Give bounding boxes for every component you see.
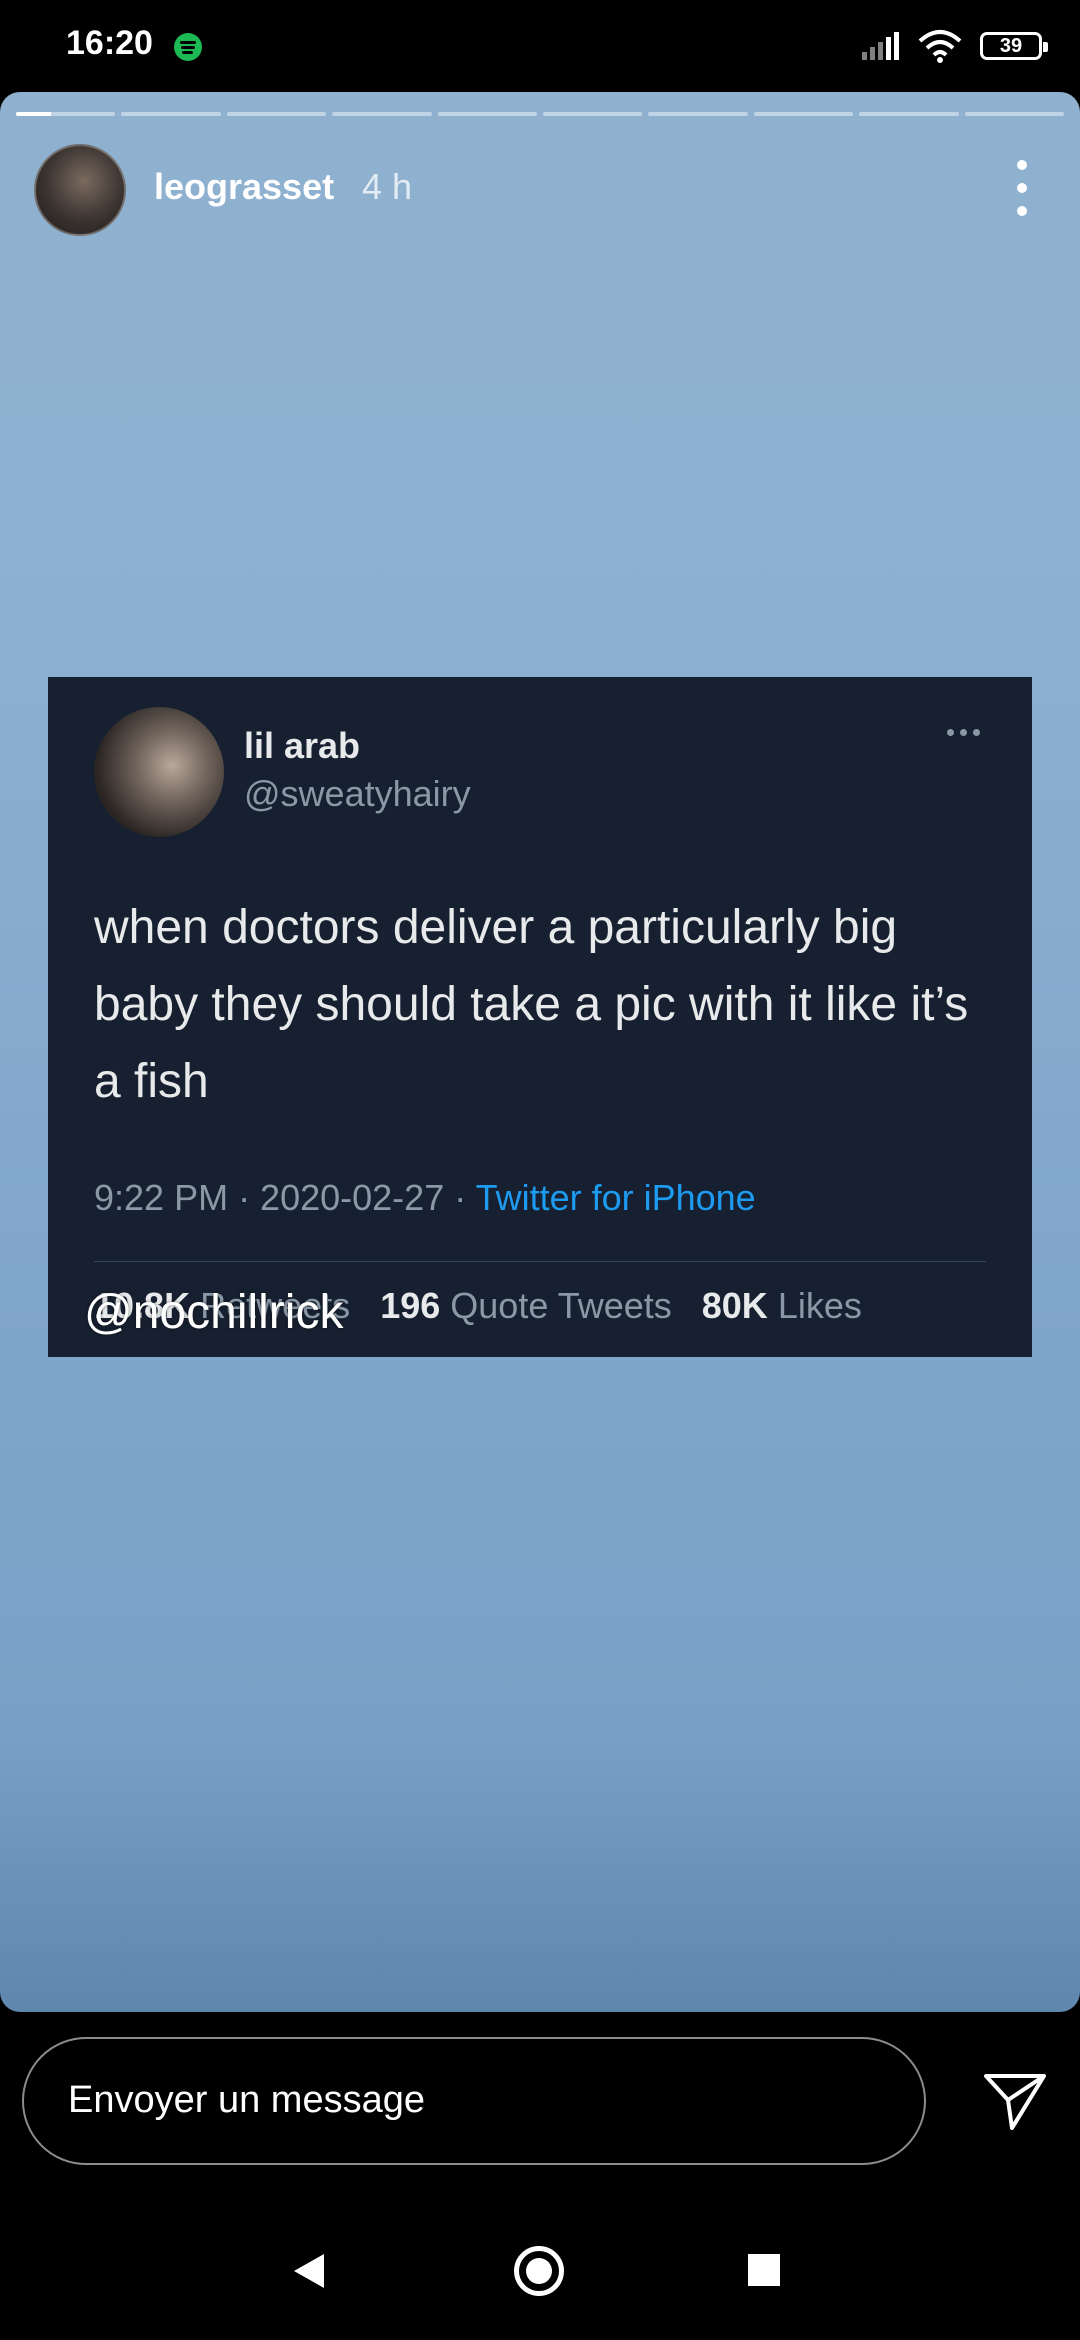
story-progress-segment xyxy=(648,112,748,116)
story-progress-segment xyxy=(121,112,221,116)
send-icon[interactable] xyxy=(982,2070,1048,2132)
tweet-divider xyxy=(94,1261,986,1262)
story-progress-bar xyxy=(16,112,1065,116)
story-time: 4 h xyxy=(362,166,413,207)
tweet-timestamp: 9:22 PM · 2020-02-27 · xyxy=(94,1177,476,1218)
tweet-meta: 9:22 PM · 2020-02-27 · Twitter for iPhon… xyxy=(94,1177,756,1219)
more-options-icon[interactable] xyxy=(1012,160,1032,216)
story-progress-segment xyxy=(226,112,327,116)
story-progress-segment xyxy=(332,112,432,116)
wifi-icon xyxy=(918,30,962,63)
home-icon[interactable] xyxy=(514,2246,564,2296)
tweet-author-name: lil arab xyxy=(244,725,361,766)
battery-icon: 39 xyxy=(980,32,1048,60)
message-placeholder: Envoyer un message xyxy=(68,2079,425,2121)
tweet-text: when doctors deliver a particularly big … xyxy=(94,901,969,1108)
story-progress-segment xyxy=(437,112,538,116)
quotes-label: Quote Tweets xyxy=(450,1285,672,1326)
tweet-screenshot: lil arab @sweatyhairy when doctors deliv… xyxy=(48,677,1032,1357)
message-input[interactable]: Envoyer un message xyxy=(22,2037,926,2165)
tweet-more-icon xyxy=(947,729,980,736)
back-icon[interactable] xyxy=(294,2254,324,2288)
status-icons: 39 xyxy=(860,28,1048,64)
story-username[interactable]: leograsset xyxy=(154,166,334,208)
status-bar: 16:20 39 xyxy=(0,0,1080,92)
likes-count: 80K xyxy=(701,1285,768,1326)
story-progress-segment xyxy=(964,112,1065,116)
system-nav-bar xyxy=(0,2220,1080,2340)
story-avatar[interactable] xyxy=(34,144,126,236)
signal-icon xyxy=(862,32,899,60)
spotify-icon xyxy=(174,33,202,61)
mention-sticker[interactable]: @nochillrick xyxy=(84,1285,343,1340)
story-progress-segment xyxy=(16,112,116,116)
tweet-author-handle: @sweatyhairy xyxy=(244,773,471,814)
story-progress-segment xyxy=(753,112,854,116)
likes-label: Likes xyxy=(777,1285,862,1326)
story-viewer[interactable]: leograsset 4 h lil arab @sweatyhairy whe… xyxy=(0,92,1080,2012)
tweet-avatar xyxy=(94,707,224,837)
quotes-count: 196 xyxy=(380,1285,441,1326)
story-progress-segment xyxy=(859,112,959,116)
tweet-source: Twitter for iPhone xyxy=(475,1177,756,1218)
recent-apps-icon[interactable] xyxy=(748,2254,780,2286)
story-progress-segment xyxy=(543,112,643,116)
battery-level: 39 xyxy=(999,34,1023,57)
status-time: 16:20 xyxy=(66,24,153,62)
